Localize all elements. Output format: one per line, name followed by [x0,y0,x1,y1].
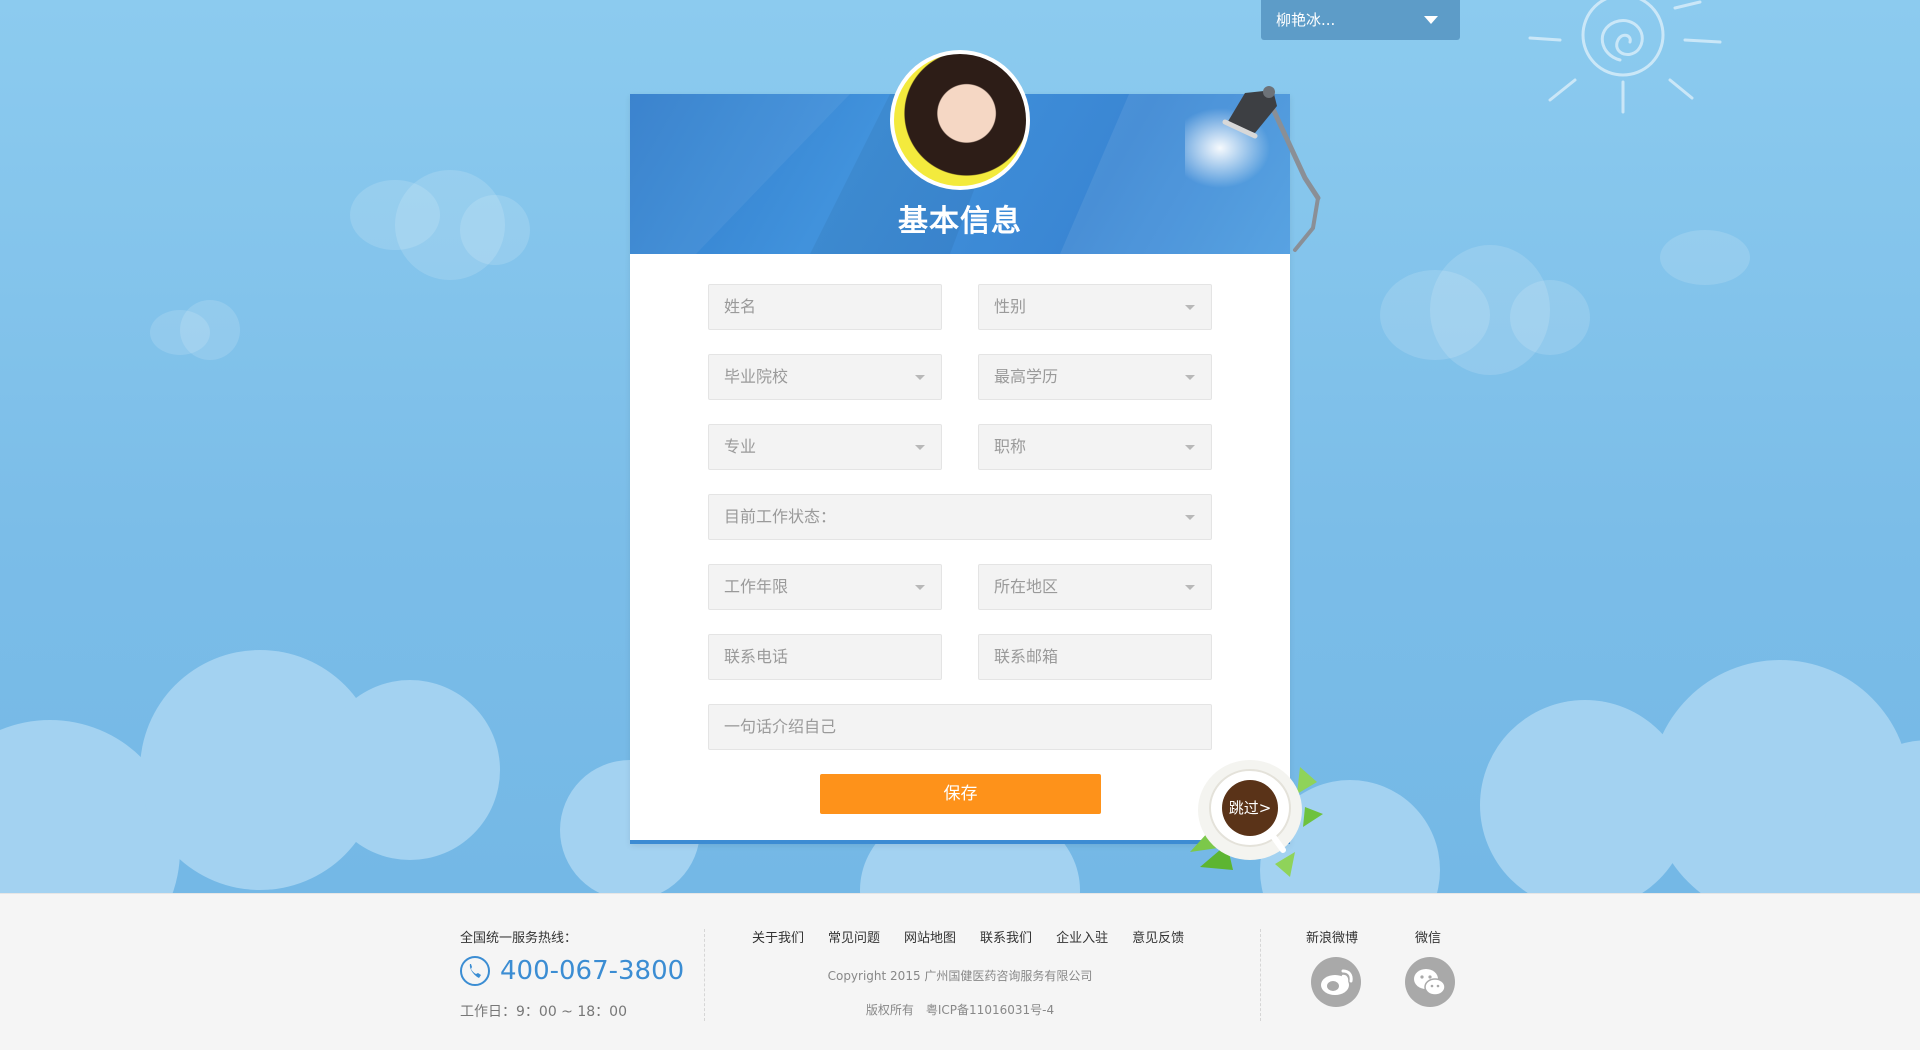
phone-input[interactable]: 联系电话 [708,634,942,680]
school-placeholder: 毕业院校 [724,367,789,386]
cloud [1510,280,1590,355]
job-title-select[interactable]: 职称 [978,424,1212,470]
footer-links: 关于我们 常见问题 网站地图 联系我们 企业入驻 意见反馈 [752,927,1184,946]
job-title-placeholder: 职称 [994,437,1027,456]
region-select[interactable]: 所在地区 [978,564,1212,610]
work-status-placeholder: 目前工作状态： [724,507,837,526]
user-menu-dropdown[interactable]: 柳艳冰... [1261,0,1460,40]
cloud [1660,230,1750,285]
footer-link-enterprise[interactable]: 企业入驻 [1056,927,1108,946]
caret-down-icon [1185,305,1195,310]
caret-down-icon [1185,585,1195,590]
work-status-select[interactable]: 目前工作状态： [708,494,1212,540]
copyright: Copyright 2015 广州国健医药咨询服务有限公司 [827,969,1093,983]
caret-down-icon [1185,375,1195,380]
footer-link-sitemap[interactable]: 网站地图 [904,927,956,946]
caret-down-icon [1185,515,1195,520]
cloud [460,195,530,265]
phone-icon [460,956,490,986]
skip-label: 跳过> [1228,799,1272,817]
wechat-icon[interactable] [1405,957,1455,1007]
caret-down-icon [915,585,925,590]
caret-down-icon [1424,16,1438,24]
icp-record: 版权所有 粤ICP备11016031号-4 [865,1003,1055,1017]
weibo-icon[interactable] [1311,957,1361,1007]
education-placeholder: 最高学历 [994,367,1059,386]
work-years-placeholder: 工作年限 [724,577,789,596]
footer-link-contact[interactable]: 联系我们 [980,927,1032,946]
skip-button[interactable]: 跳过> [1185,752,1325,882]
avatar[interactable] [890,50,1030,190]
work-years-select[interactable]: 工作年限 [708,564,942,610]
basic-info-form: 姓名 性别 毕业院校 最高学历 专业 职称 目前工作状态： 工作年限 所在地区 … [708,284,1212,774]
gender-placeholder: 性别 [994,297,1027,316]
cloud [180,300,240,360]
footer: 全国统一服务热线： 400-067-3800 工作日：9：00 ~ 18：00 … [0,893,1920,1050]
email-input[interactable]: 联系邮箱 [978,634,1212,680]
major-select[interactable]: 专业 [708,424,942,470]
self-intro-placeholder: 一句话介绍自己 [724,717,837,736]
hotline-label: 全国统一服务热线： [460,931,578,946]
wechat-label: 微信 [1415,931,1442,946]
gender-select[interactable]: 性别 [978,284,1212,330]
caret-down-icon [915,445,925,450]
footer-link-about[interactable]: 关于我们 [752,927,804,946]
caret-down-icon [1185,445,1195,450]
footer-divider [1260,929,1261,1021]
name-placeholder: 姓名 [724,297,757,316]
school-select[interactable]: 毕业院校 [708,354,942,400]
sun-icon [1528,0,1722,114]
name-input[interactable]: 姓名 [708,284,942,330]
major-placeholder: 专业 [724,437,757,456]
phone-placeholder: 联系电话 [724,647,789,666]
self-intro-input[interactable]: 一句话介绍自己 [708,704,1212,750]
footer-link-feedback[interactable]: 意见反馈 [1132,927,1184,946]
cloud [320,680,500,860]
weibo-label: 新浪微博 [1306,931,1359,946]
service-hours: 工作日：9：00 ~ 18：00 [460,1004,627,1020]
caret-down-icon [915,375,925,380]
save-button[interactable]: 保存 [820,774,1101,814]
avatar-photo [894,54,1026,186]
region-placeholder: 所在地区 [994,577,1059,596]
footer-link-faq[interactable]: 常见问题 [828,927,880,946]
email-placeholder: 联系邮箱 [994,647,1059,666]
lamp-icon [1185,86,1321,252]
education-select[interactable]: 最高学历 [978,354,1212,400]
user-name: 柳艳冰... [1276,11,1336,29]
